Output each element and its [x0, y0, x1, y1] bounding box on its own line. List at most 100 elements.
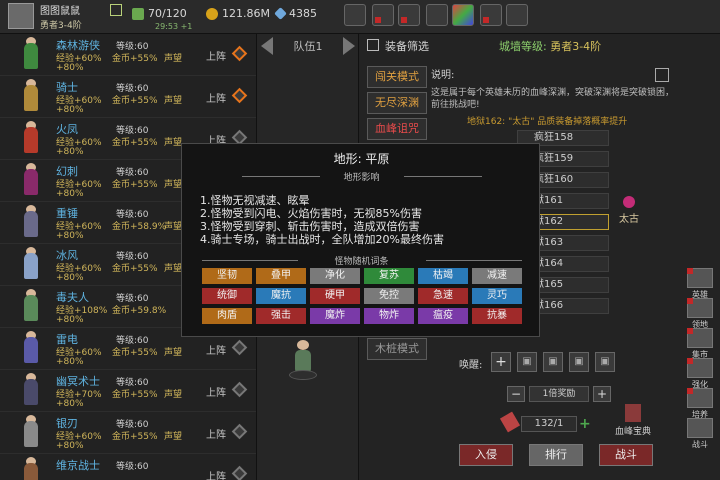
- book-icon[interactable]: [625, 404, 641, 422]
- hero-body: [24, 463, 38, 480]
- deploy-diamond-icon[interactable]: [231, 465, 248, 480]
- divider: [404, 176, 482, 177]
- notification-dot: [687, 328, 693, 334]
- side-menu-button[interactable]: 集市: [685, 328, 715, 359]
- hero-body: [24, 421, 38, 447]
- deploy-diamond-icon[interactable]: [231, 87, 248, 104]
- side-menu-button[interactable]: 培养: [685, 388, 715, 419]
- hero-level: 等级:60: [116, 462, 149, 472]
- reward-minus-button[interactable]: −: [507, 386, 525, 402]
- divider: [426, 260, 522, 261]
- monster-tag: 枯竭: [418, 268, 468, 284]
- hero-gold-bonus: 金币+55%: [112, 432, 158, 442]
- deploy-diamond-icon[interactable]: [231, 45, 248, 62]
- awaken-add-slot[interactable]: [491, 352, 511, 372]
- terrain-popup: 地形: 平原 地形影响 1.怪物无视减速、眩晕 2.怪物受到闪电、火焰伤害时，无…: [181, 143, 540, 337]
- equipment-filter-label[interactable]: 装备筛选: [385, 38, 429, 54]
- help-button[interactable]: [655, 68, 669, 82]
- hero-body: [24, 337, 38, 363]
- popup-title: 地形: 平原: [333, 152, 390, 166]
- notification-dot: [375, 17, 381, 23]
- invade-button[interactable]: 入侵: [459, 444, 513, 466]
- quest-button[interactable]: [372, 4, 394, 26]
- battle-button[interactable]: 战斗: [599, 444, 653, 466]
- stage-mode-button[interactable]: 闯关模式: [367, 66, 427, 88]
- hero-deploy-label[interactable]: 上阵: [206, 342, 226, 357]
- gold-stat: 121.86M: [206, 7, 270, 20]
- hero-row[interactable]: 银刃 等级:60 经验+60% 金币+55% 声望 +80% 上阵: [0, 412, 256, 454]
- energy-icon: [132, 7, 144, 20]
- filter-icon[interactable]: [367, 39, 379, 51]
- awaken-lock-slot: [543, 352, 563, 372]
- side-menu-button[interactable]: 战斗: [685, 418, 715, 449]
- hero-deploy-label[interactable]: 上阵: [206, 426, 226, 441]
- hero-gold-bonus: 金币+55%: [112, 348, 158, 358]
- battle-swords-button[interactable]: [506, 4, 528, 26]
- hero-row[interactable]: 幽冥术士 等级:60 经验+70% 金币+55% 声望 +80% 上阵: [0, 370, 256, 412]
- hero-percent: +80%: [56, 273, 84, 283]
- hero-percent: +80%: [56, 147, 84, 157]
- team-label: 队伍1: [293, 40, 323, 53]
- monster-tag: 免控: [364, 288, 414, 304]
- next-team-arrow-icon[interactable]: [343, 37, 355, 55]
- monster-tag: 硬甲: [310, 288, 360, 304]
- side-menu-button[interactable]: 强化: [685, 358, 715, 389]
- effect-line: 2.怪物受到闪电、火焰伤害时，无视85%伤害: [200, 207, 422, 220]
- hero-portrait: [14, 331, 48, 367]
- color-wheel-button[interactable]: [452, 4, 474, 26]
- deploy-diamond-icon[interactable]: [231, 381, 248, 398]
- side-menu-button[interactable]: 领地: [685, 298, 715, 329]
- monster-tag: 统御: [202, 288, 252, 304]
- hero-row[interactable]: 森林游侠 等级:60 经验+60% 金币+55% 声望 +80% 上阵: [0, 34, 256, 76]
- hero-gold-bonus: 金币+55%: [112, 96, 158, 106]
- notification-dot: [483, 17, 489, 23]
- deploy-diamond-icon[interactable]: [231, 423, 248, 440]
- monster-tag: 物炸: [364, 308, 414, 324]
- prev-team-arrow-icon[interactable]: [261, 37, 273, 55]
- shop-button[interactable]: [344, 4, 366, 26]
- side-menu-icon: [687, 418, 713, 438]
- notification-dot: [687, 298, 693, 304]
- reward-plus-button[interactable]: +: [593, 386, 611, 402]
- awaken-lock-slot: [517, 352, 537, 372]
- blood-peak-curse-button[interactable]: 血峰诅咒: [367, 118, 427, 140]
- monster-tag: 抗暴: [472, 308, 522, 324]
- side-menu-button[interactable]: 英雄: [685, 268, 715, 299]
- monster-tags: 坚韧 叠甲 净化 复苏 枯竭 减速 统御 魔抗 硬甲 免控 急速 灵巧 肉盾 强击 魔炸 物炸 瘟疫 抗暴: [202, 268, 522, 324]
- hero-percent: +80%: [56, 105, 84, 115]
- hero-deploy-label[interactable]: 上阵: [206, 468, 226, 480]
- hero-percent: +80%: [56, 63, 84, 73]
- mail-button[interactable]: [480, 4, 502, 26]
- team-selector: 队伍1: [261, 36, 355, 56]
- monster-tag: 叠甲: [256, 268, 306, 284]
- boss-marker-icon: [623, 196, 635, 208]
- terrain-effects: 1.怪物无视减速、眩晕 2.怪物受到闪电、火焰伤害时，无视85%伤害 3.怪物受…: [200, 194, 444, 246]
- settings-gear-button[interactable]: [426, 4, 448, 26]
- hero-deploy-label[interactable]: 上阵: [206, 48, 226, 63]
- ranking-button[interactable]: 排行: [529, 444, 583, 466]
- hero-percent: +80%: [56, 231, 84, 241]
- hero-deploy-label[interactable]: 上阵: [206, 384, 226, 399]
- hero-portrait: [14, 121, 48, 157]
- hero-row[interactable]: 维京战士 等级:60 上阵: [0, 454, 256, 480]
- gamepad-button[interactable]: [398, 4, 420, 26]
- wooden-dummy-mode-button[interactable]: 木桩模式: [367, 338, 427, 360]
- wall-level: 城墙等级: 勇者3-4阶: [499, 40, 602, 53]
- endless-abyss-button[interactable]: 无尽深渊: [367, 92, 427, 114]
- hero-fame-bonus: 声望: [164, 348, 183, 358]
- notification-dot: [401, 17, 407, 23]
- deploy-diamond-icon[interactable]: [231, 339, 248, 356]
- edit-icon[interactable]: [110, 4, 122, 16]
- monster-tag: 净化: [310, 268, 360, 284]
- hero-deploy-label[interactable]: 上阵: [206, 90, 226, 105]
- hero-gold-bonus: 金币+55%: [112, 180, 158, 190]
- monster-tag: 魔抗: [256, 288, 306, 304]
- notification-dot: [687, 358, 693, 364]
- key-icon: [499, 411, 521, 433]
- hero-portrait: [14, 457, 48, 480]
- key-add-button[interactable]: +: [579, 416, 591, 432]
- monster-tag: 坚韧: [202, 268, 252, 284]
- hero-row[interactable]: 骑士 等级:60 经验+60% 金币+55% 声望 +80% 上阵: [0, 76, 256, 118]
- hero-fame-bonus: 声望: [164, 432, 183, 442]
- player-avatar[interactable]: [8, 3, 34, 29]
